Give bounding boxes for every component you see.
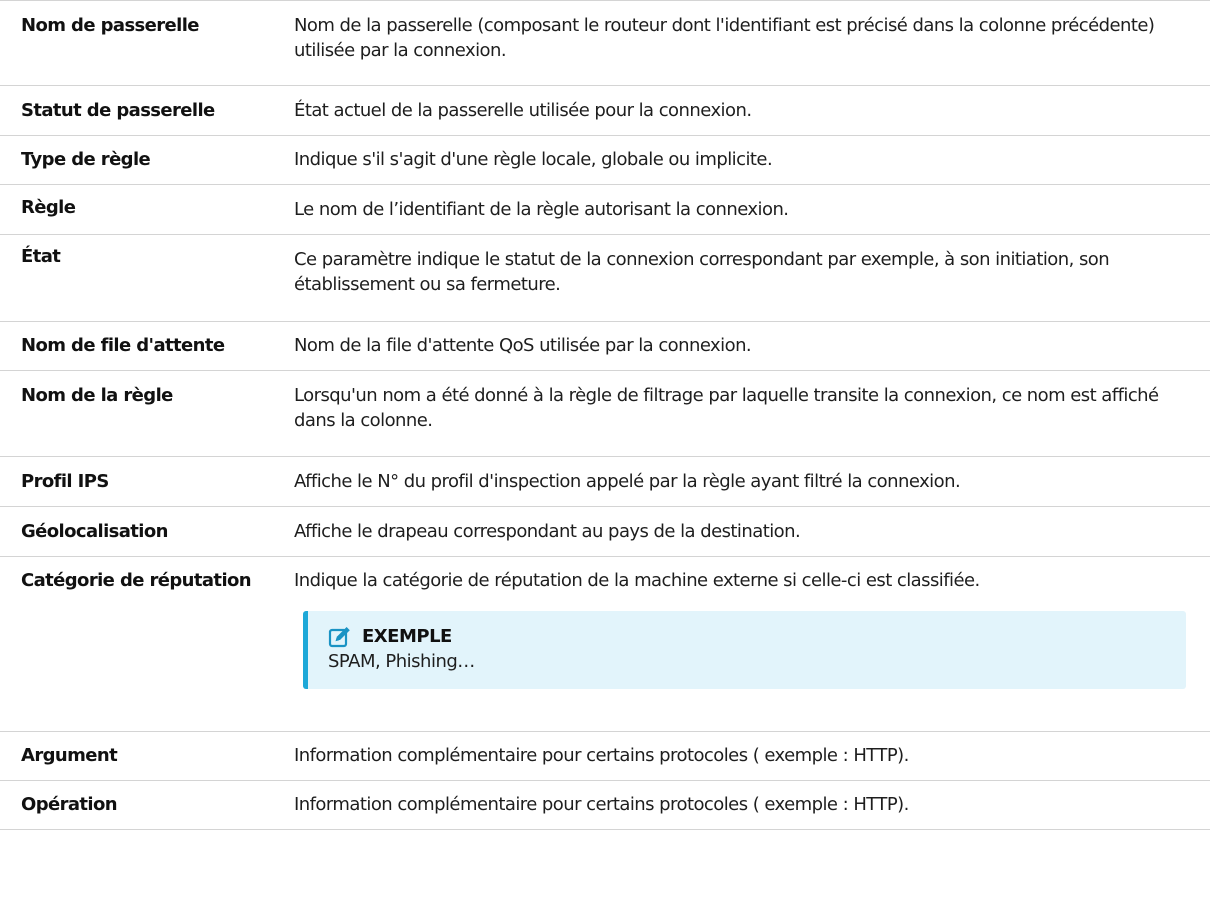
parameter-description: Information complémentaire pour certains… xyxy=(294,794,909,815)
parameter-name: Nom de passerelle xyxy=(21,15,200,36)
parameter-description: Le nom de l’identifiant de la règle auto… xyxy=(294,199,789,220)
edit-note-icon xyxy=(328,625,352,649)
table-row: Type de règle Indique s'il s'agit d'une … xyxy=(0,135,1210,185)
parameter-description-cell: État actuel de la passerelle utilisée po… xyxy=(294,86,1210,136)
parameter-name: Nom de file d'attente xyxy=(21,335,225,356)
parameter-name-cell: Profil IPS xyxy=(0,457,294,507)
table-row: Statut de passerelle État actuel de la p… xyxy=(0,85,1210,136)
parameter-description: Lorsqu'un nom a été donné à la règle de … xyxy=(294,385,1159,431)
parameter-description: Indique la catégorie de réputation de la… xyxy=(294,570,980,591)
parameter-description: Affiche le N° du profil d'inspection app… xyxy=(294,471,961,492)
parameter-name: Type de règle xyxy=(21,149,151,170)
parameter-description-cell: Indique la catégorie de réputation de la… xyxy=(294,557,1210,732)
parameter-description: Affiche le drapeau correspondant au pays… xyxy=(294,521,801,542)
note-header: EXEMPLE xyxy=(328,625,1168,649)
parameter-name: Géolocalisation xyxy=(21,521,168,542)
parameter-description: Nom de la file d'attente QoS utilisée pa… xyxy=(294,335,752,356)
parameter-description: État actuel de la passerelle utilisée po… xyxy=(294,100,752,121)
parameter-name-cell: Statut de passerelle xyxy=(0,86,294,136)
parameter-table: Nom de passerelle Nom de la passerelle (… xyxy=(0,0,1210,830)
parameter-name: État xyxy=(21,246,61,267)
parameter-description-cell: Indique s'il s'agit d'une règle locale, … xyxy=(294,136,1210,185)
parameter-name-cell: Catégorie de réputation xyxy=(0,557,294,732)
note-title: EXEMPLE xyxy=(362,626,452,647)
parameter-description-cell: Ce paramètre indique le statut de la con… xyxy=(294,235,1210,322)
parameter-name-cell: Règle xyxy=(0,185,294,235)
parameter-name: Catégorie de réputation xyxy=(21,570,252,591)
parameter-name: Règle xyxy=(21,197,76,218)
parameter-description-cell: Nom de la file d'attente QoS utilisée pa… xyxy=(294,322,1210,371)
parameter-description-cell: Information complémentaire pour certains… xyxy=(294,781,1210,830)
parameter-name-cell: Nom de file d'attente xyxy=(0,322,294,371)
note-text: SPAM, Phishing… xyxy=(328,651,475,672)
parameter-description-cell: Lorsqu'un nom a été donné à la règle de … xyxy=(294,371,1210,457)
parameter-name: Statut de passerelle xyxy=(21,100,215,121)
parameter-name-cell: État xyxy=(0,235,294,322)
parameter-description-cell: Affiche le N° du profil d'inspection app… xyxy=(294,457,1210,507)
parameter-name-cell: Argument xyxy=(0,732,294,781)
table-row: Profil IPS Affiche le N° du profil d'ins… xyxy=(0,456,1210,507)
parameter-name-cell: Nom de la règle xyxy=(0,371,294,457)
parameter-description-cell: Nom de la passerelle (composant le route… xyxy=(294,1,1210,86)
table-row: Opération Information complémentaire pou… xyxy=(0,780,1210,830)
parameter-description: Ce paramètre indique le statut de la con… xyxy=(294,249,1110,295)
parameter-name-cell: Géolocalisation xyxy=(0,507,294,557)
parameter-description: Information complémentaire pour certains… xyxy=(294,745,909,766)
table-row: État Ce paramètre indique le statut de l… xyxy=(0,234,1210,322)
parameter-name: Profil IPS xyxy=(21,471,109,492)
parameter-description-cell: Information complémentaire pour certains… xyxy=(294,732,1210,781)
parameter-description: Nom de la passerelle (composant le route… xyxy=(294,15,1155,61)
table-row: Nom de la règle Lorsqu'un nom a été donn… xyxy=(0,370,1210,457)
table-row: Géolocalisation Affiche le drapeau corre… xyxy=(0,506,1210,557)
parameter-name-cell: Nom de passerelle xyxy=(0,1,294,86)
parameter-description-cell: Affiche le drapeau correspondant au pays… xyxy=(294,507,1210,557)
parameter-name: Opération xyxy=(21,794,118,815)
parameter-name-cell: Type de règle xyxy=(0,136,294,185)
example-note: EXEMPLE SPAM, Phishing… xyxy=(303,611,1186,689)
parameter-description: Indique s'il s'agit d'une règle locale, … xyxy=(294,149,773,170)
table-row: Règle Le nom de l’identifiant de la règl… xyxy=(0,184,1210,235)
table-row: Nom de file d'attente Nom de la file d'a… xyxy=(0,321,1210,371)
parameter-name: Argument xyxy=(21,745,118,766)
parameter-name-cell: Opération xyxy=(0,781,294,830)
parameter-description-cell: Le nom de l’identifiant de la règle auto… xyxy=(294,185,1210,235)
table-row: Nom de passerelle Nom de la passerelle (… xyxy=(0,0,1210,86)
parameter-name: Nom de la règle xyxy=(21,385,173,406)
table-row: Argument Information complémentaire pour… xyxy=(0,731,1210,781)
table-row: Catégorie de réputation Indique la catég… xyxy=(0,556,1210,732)
